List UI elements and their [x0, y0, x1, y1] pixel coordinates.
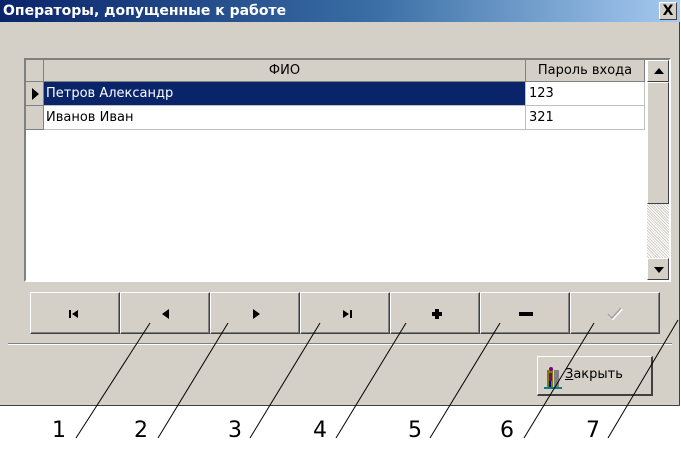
callout-number: 2	[134, 418, 148, 443]
header-indicator-cell	[26, 60, 44, 82]
nav-first-button[interactable]	[30, 292, 120, 334]
callout-number: 3	[228, 418, 242, 443]
arrow-up-icon	[654, 68, 664, 74]
nav-delete-button[interactable]	[480, 292, 570, 334]
operators-grid[interactable]: ФИО Пароль входа Петров Александр 123 Ив…	[24, 58, 671, 282]
window-close-button[interactable]: X	[659, 2, 677, 20]
operators-dialog: Операторы, допущенные к работе X ФИО Пар…	[0, 0, 680, 406]
cell-password[interactable]: 321	[526, 106, 645, 130]
title-bar[interactable]: Операторы, допущенные к работе X	[0, 0, 680, 22]
checkmark-icon	[607, 307, 623, 321]
scroll-down-button[interactable]	[647, 258, 669, 280]
first-record-icon	[69, 310, 78, 318]
nav-last-button[interactable]	[300, 292, 390, 334]
current-row-arrow-icon	[32, 88, 39, 100]
vertical-scrollbar[interactable]	[647, 60, 669, 280]
callout-number: 4	[313, 418, 327, 443]
callout-number: 1	[52, 418, 66, 443]
scroll-track[interactable]	[647, 204, 669, 258]
close-icon: X	[662, 3, 674, 19]
exit-door-icon	[544, 367, 562, 389]
column-header-password[interactable]: Пароль входа	[526, 60, 645, 82]
close-button-label: Закрыть	[565, 367, 623, 382]
cell-fio[interactable]: Иванов Иван	[44, 106, 526, 130]
nav-insert-button[interactable]	[390, 292, 480, 334]
cell-fio[interactable]: Петров Александр	[44, 82, 526, 106]
db-navigator	[30, 292, 663, 334]
separator	[8, 343, 672, 345]
window-title: Операторы, допущенные к работе	[3, 3, 287, 19]
callout-number: 6	[500, 418, 514, 443]
nav-next-button[interactable]	[210, 292, 300, 334]
table-row[interactable]: Петров Александр 123	[26, 82, 645, 106]
last-record-icon	[343, 310, 352, 318]
cell-password[interactable]: 123	[526, 82, 645, 106]
close-button[interactable]: Закрыть	[537, 356, 653, 396]
column-header-fio[interactable]: ФИО	[44, 60, 526, 82]
callout-number: 5	[408, 418, 422, 443]
arrow-down-icon	[654, 267, 664, 273]
callout-number: 7	[586, 418, 600, 443]
next-record-icon	[253, 309, 260, 319]
nav-post-button[interactable]	[570, 292, 660, 334]
scroll-thumb[interactable]	[647, 82, 669, 204]
minus-icon	[519, 312, 533, 316]
row-indicator[interactable]	[26, 106, 44, 130]
plus-icon	[432, 309, 442, 319]
table-row[interactable]: Иванов Иван 321	[26, 106, 645, 130]
scroll-up-button[interactable]	[647, 60, 669, 82]
nav-prior-button[interactable]	[120, 292, 210, 334]
row-indicator[interactable]	[26, 82, 44, 106]
prior-record-icon	[162, 309, 169, 319]
